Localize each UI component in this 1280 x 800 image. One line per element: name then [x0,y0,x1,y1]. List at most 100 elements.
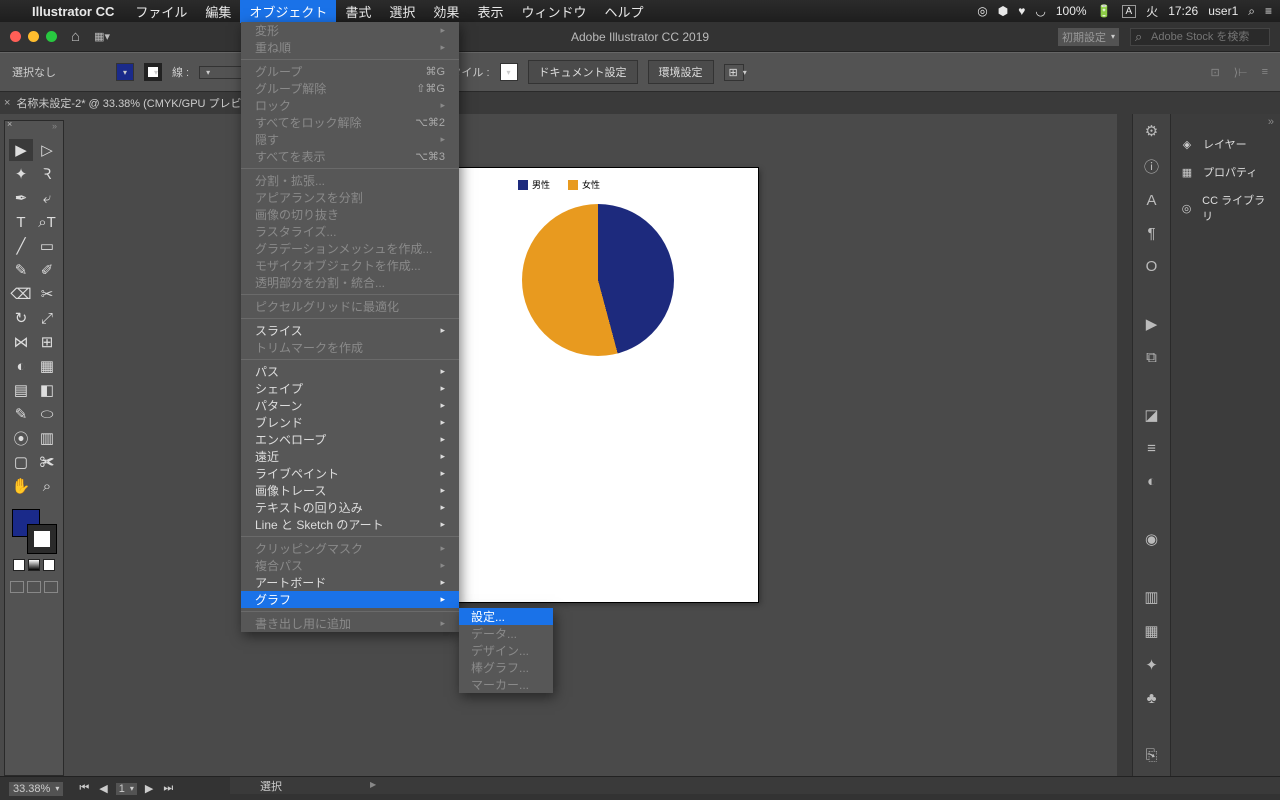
menu-view[interactable]: 表示 [468,0,512,23]
menu-effect[interactable]: 効果 [424,0,468,23]
scissors-tool[interactable]: ✂ [35,283,59,305]
zoom-level[interactable]: 33.38% [8,781,64,797]
workspace-switcher[interactable]: 初期設定 [1057,27,1120,47]
eyedropper-tool[interactable]: ✎ [9,403,33,425]
draw-behind-icon[interactable] [27,581,41,593]
color-icon[interactable]: ▥ [1142,588,1162,606]
lasso-tool[interactable]: Ꝛ [35,163,59,185]
scale-tool[interactable]: ⤢ [35,307,59,329]
panel-collapse-icon[interactable]: » [52,121,57,131]
gradient-tool[interactable]: ◧ [35,379,59,401]
horizontal-scrollbar[interactable]: 選択 ▶ [230,777,1280,794]
fill-stroke-control[interactable] [12,509,56,553]
artboard[interactable]: 男性 女性 [448,168,758,602]
brushes-icon[interactable]: ♣ [1142,690,1162,707]
close-window-icon[interactable] [10,31,21,42]
actions-icon[interactable]: ▶ [1142,315,1162,333]
gradient-mode-icon[interactable] [28,559,40,571]
menu-object[interactable]: オブジェクト [240,0,336,23]
style-swatch[interactable] [500,63,518,81]
close-tab-icon[interactable]: × [4,97,10,109]
document-tab[interactable]: × 名称未設定-2* @ 33.38% (CMYK/GPU プレビュ [0,92,1280,114]
menu-item[interactable]: パス [241,363,459,380]
direct-selection-tool[interactable]: ▷ [35,139,59,161]
fill-swatch[interactable] [116,63,134,81]
status-chevron-icon[interactable]: ▶ [370,780,376,789]
menu-type[interactable]: 書式 [336,0,380,23]
panel-libraries[interactable]: ◎ CC ライブラリ [1171,186,1280,230]
draw-inside-icon[interactable] [44,581,58,593]
align-icon[interactable]: ≡ [1142,440,1162,457]
hand-tool[interactable]: ✋ [9,475,33,497]
preferences-button[interactable]: 環境設定 [648,60,714,84]
paintbrush-tool[interactable]: ✎ [9,259,33,281]
menu-select[interactable]: 選択 [380,0,424,23]
appearance-icon[interactable]: ◉ [1142,530,1162,548]
menu-item[interactable]: ブレンド [241,414,459,431]
mesh-tool[interactable]: ▤ [9,379,33,401]
transparency-icon[interactable]: ◐ [1142,473,1162,490]
panel-properties[interactable]: ▦ プロパティ [1171,158,1280,186]
draw-normal-icon[interactable] [10,581,24,593]
color-mode-icon[interactable] [13,559,25,571]
panel-layers[interactable]: ◈ レイヤー [1171,130,1280,158]
symbol-sprayer-tool[interactable]: ⦿ [9,427,33,449]
pathfinder-icon[interactable]: ◪ [1142,406,1162,424]
canvas-area[interactable]: 男性 女性 [64,114,1132,776]
page-number[interactable]: 1 [115,782,138,796]
menu-item[interactable]: テキストの回り込み [241,499,459,516]
home-icon[interactable]: ⌂ [71,28,80,45]
menu-item[interactable]: エンベロープ [241,431,459,448]
panel-menu-icon[interactable]: ≡ [1262,66,1268,79]
first-page-icon[interactable]: ⏮ [76,782,92,795]
panel-collapse-icon[interactable]: » [1171,114,1280,130]
next-page-icon[interactable]: ▶ [142,782,156,795]
line-tool[interactable]: ╱ [9,235,33,257]
rectangle-tool[interactable]: ▭ [35,235,59,257]
stroke-color-icon[interactable] [28,525,56,553]
align-to[interactable]: ⊞ [724,64,744,81]
blend-tool[interactable]: ⬭ [35,403,59,425]
menu-item[interactable]: Line と Sketch のアート [241,516,459,533]
zoom-window-icon[interactable] [46,31,57,42]
battery-icon[interactable]: 🔋 [1097,4,1112,18]
last-page-icon[interactable]: ⏭ [160,782,176,795]
shape-builder-tool[interactable]: ◐ [9,355,33,377]
app-name[interactable]: Illustrator CC [32,4,114,19]
links-icon[interactable]: ⧉ [1142,349,1162,366]
document-setup-button[interactable]: ドキュメント設定 [528,60,638,84]
menu-item[interactable]: 画像トレース [241,482,459,499]
properties-icon[interactable]: ⚙ [1142,122,1162,140]
submenu-item[interactable]: 設定... [459,608,553,625]
vertical-scrollbar[interactable] [1117,114,1132,776]
selection-tool[interactable]: ▶ [9,139,33,161]
pencil-tool[interactable]: ✐ [35,259,59,281]
isolate-icon[interactable]: ⊡ [1210,66,1219,79]
menu-item[interactable]: シェイプ [241,380,459,397]
user-name[interactable]: user1 [1208,4,1238,18]
minimize-window-icon[interactable] [28,31,39,42]
spotlight-icon[interactable]: ⌕ [1248,4,1255,19]
menu-help[interactable]: ヘルプ [595,0,652,23]
menu-item[interactable]: 遠近 [241,448,459,465]
graph-tool[interactable]: ▥ [35,427,59,449]
cc-icon[interactable]: ◎ [977,4,987,18]
ruler-icon[interactable]: ⟩⊢ [1234,66,1248,79]
dropbox-icon[interactable]: ⬢ [998,4,1008,18]
slice-tool[interactable]: ✀ [35,451,59,473]
menu-edit[interactable]: 編集 [196,0,240,23]
eraser-tool[interactable]: ⌫ [9,283,33,305]
type-tool[interactable]: T [9,211,33,233]
wifi-icon[interactable]: ◡ [1035,4,1045,18]
swatches-icon[interactable]: ▦ [1142,622,1162,640]
perspective-tool[interactable]: ▦ [35,355,59,377]
bluetooth-icon[interactable]: ♥ [1018,4,1025,18]
panel-close-icon[interactable]: × [7,119,12,129]
menu-window[interactable]: ウィンドウ [512,0,595,23]
asset-export-icon[interactable]: ⎘ [1142,747,1162,764]
pen-tool[interactable]: ✒ [9,187,33,209]
menu-extras-icon[interactable]: ≡ [1265,4,1272,18]
curvature-tool[interactable]: ⤶ [35,187,59,209]
pie-chart[interactable] [522,204,674,356]
char-icon[interactable]: A [1142,192,1162,209]
